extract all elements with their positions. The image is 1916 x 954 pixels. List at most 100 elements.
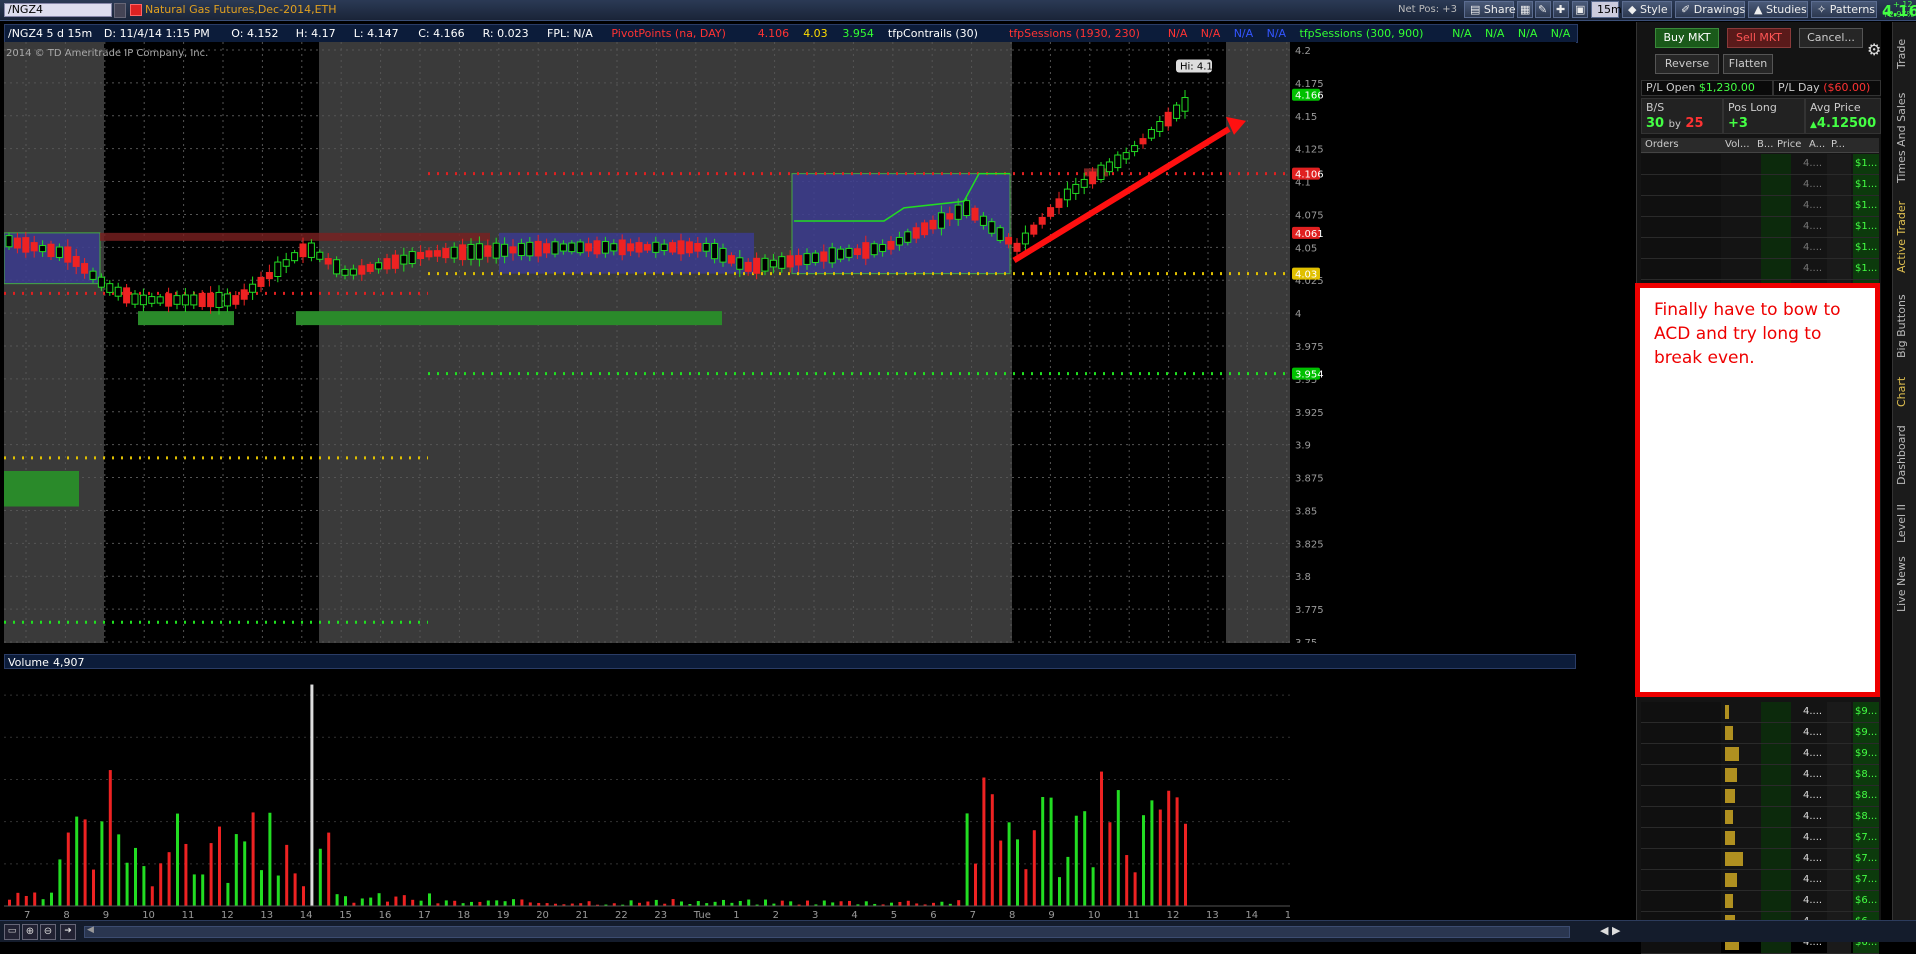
volume-bar: [629, 900, 633, 906]
ladder-row[interactable]: 4.... $7...: [1641, 828, 1879, 849]
ladder-pl: $8...: [1855, 790, 1878, 801]
side-tab[interactable]: Dashboard: [1895, 420, 1915, 490]
buy-mkt-button[interactable]: Buy MKT: [1655, 28, 1719, 48]
ladder-row[interactable]: 4.... $7...: [1641, 849, 1879, 870]
filter-icon[interactable]: ▣: [1572, 1, 1588, 18]
study-legend-item[interactable]: N/A: [1518, 27, 1537, 40]
sell-mkt-button[interactable]: Sell MKT: [1727, 28, 1791, 48]
scroll-left-arrow-icon[interactable]: ◀: [87, 925, 94, 935]
scroll-end-icon[interactable]: ◀ ▶: [1600, 924, 1620, 937]
price-ladder-top[interactable]: 4.... $1... 4.... $1... 4.... $1... 4.... $1...…: [1641, 154, 1879, 301]
symbol-dropdown-icon[interactable]: [114, 3, 126, 18]
side-tab[interactable]: Big Buttons: [1895, 288, 1915, 364]
study-legend-item[interactable]: H: 4.17: [296, 27, 336, 40]
side-tab[interactable]: Level II: [1895, 498, 1915, 548]
ladder-row[interactable]: 4.... $1...: [1641, 259, 1879, 280]
time-axis-label: 5: [891, 910, 897, 920]
time-axis-label: 3: [812, 910, 818, 920]
reverse-button[interactable]: Reverse: [1655, 54, 1719, 74]
study-legend-item[interactable]: O: 4.152: [231, 27, 278, 40]
symbol-link-icon[interactable]: [130, 4, 142, 16]
ladder-row[interactable]: 4.... $8...: [1641, 786, 1879, 807]
ladder-row[interactable]: 4.... $1...: [1641, 154, 1879, 175]
study-legend-item[interactable]: C: 4.166: [418, 27, 464, 40]
price-chart[interactable]: Hi: 4.174.24.1754.154.1254.14.0754.054.0…: [4, 42, 1576, 643]
study-legend-item[interactable]: D: 11/4/14 1:15 PM: [104, 27, 210, 40]
candle: [988, 221, 996, 234]
gear-icon[interactable]: ⚙: [1867, 40, 1881, 59]
ladder-row[interactable]: 4.... $1...: [1641, 175, 1879, 196]
study-legend-item[interactable]: tfpSessions (300, 900): [1300, 27, 1424, 40]
ladder-row[interactable]: 4.... $1...: [1641, 196, 1879, 217]
ladder-column-header[interactable]: Orders: [1645, 139, 1679, 150]
study-legend-item[interactable]: L: 4.147: [354, 27, 399, 40]
ladder-column-header[interactable]: B...: [1757, 139, 1773, 150]
study-legend-item[interactable]: N/A: [1485, 27, 1504, 40]
volume-bar: [864, 901, 868, 906]
ladder-row[interactable]: 4.... $8...: [1641, 765, 1879, 786]
expand-icon[interactable]: ▭: [4, 924, 20, 940]
candle: [391, 254, 399, 269]
study-legend-item[interactable]: N/A: [1267, 27, 1286, 40]
ladder-column-header[interactable]: A...: [1809, 139, 1825, 150]
side-tab[interactable]: Chart: [1895, 372, 1915, 412]
study-legend-item[interactable]: N/A: [1452, 27, 1471, 40]
zoom-in-icon[interactable]: ⊕: [22, 924, 38, 940]
side-tab[interactable]: Live News: [1895, 556, 1915, 612]
price-tick-label: 4.175: [1295, 79, 1324, 90]
side-tab[interactable]: Times And Sales: [1895, 90, 1915, 186]
volume-bar: [999, 840, 1003, 906]
study-legend-item[interactable]: FPL: N/A: [547, 27, 593, 40]
ladder-row[interactable]: 4.... $8...: [1641, 807, 1879, 828]
study-legend-item[interactable]: N/A: [1201, 27, 1220, 40]
ladder-column-header[interactable]: Vol...: [1725, 139, 1750, 150]
studies-button[interactable]: ▲ Studies: [1748, 1, 1808, 18]
time-axis-label: 13: [1206, 910, 1219, 920]
drawings-button[interactable]: ✐ Drawings: [1675, 1, 1745, 18]
study-legend-item[interactable]: tfpContrails (30): [888, 27, 978, 40]
patterns-button[interactable]: ✧ Patterns: [1811, 1, 1877, 18]
top-toolbar: /NGZ4 Natural Gas Futures,Dec-2014,ETH N…: [0, 0, 1916, 21]
timeframe-button[interactable]: 15m: [1591, 1, 1622, 18]
volume-bar: [209, 843, 213, 906]
study-legend-item[interactable]: R: 0.023: [483, 27, 529, 40]
ladder-column-header[interactable]: P...: [1831, 139, 1845, 150]
study-legend-item[interactable]: PivotPoints (na, DAY): [611, 27, 726, 40]
ladder-row[interactable]: 4.... $9...: [1641, 702, 1879, 723]
study-legend-item[interactable]: 4.106: [758, 27, 790, 40]
scroll-right-icon[interactable]: ➜: [60, 924, 76, 940]
study-legend-item[interactable]: 3.954: [842, 27, 874, 40]
ladder-row[interactable]: 4.... $9...: [1641, 723, 1879, 744]
cancel-button[interactable]: Cancel...: [1799, 28, 1863, 48]
study-legend-item[interactable]: 4.03: [803, 27, 828, 40]
price-ladder-bottom[interactable]: 4.... $9... 4.... $9... 4.... $9... 4.... $8...…: [1641, 702, 1879, 954]
side-tab[interactable]: Trade: [1895, 26, 1915, 82]
symbol-input[interactable]: /NGZ4: [4, 3, 112, 17]
volume-bar: [890, 902, 893, 906]
zoom-out-icon[interactable]: ⊖: [40, 924, 56, 940]
ladder-row[interactable]: 4.... $1...: [1641, 217, 1879, 238]
side-tab[interactable]: Active Trader: [1895, 194, 1915, 280]
volume-bar: [957, 900, 961, 906]
study-legend-item[interactable]: N/A: [1168, 27, 1187, 40]
ladder-row[interactable]: 4.... $7...: [1641, 870, 1879, 891]
settings-icon[interactable]: ▦: [1517, 1, 1533, 18]
candle: [887, 240, 895, 250]
horizontal-scrollbar[interactable]: ◀: [84, 925, 1570, 938]
ladder-column-header[interactable]: Price: [1777, 139, 1801, 150]
share-button[interactable]: ▤ Share: [1464, 1, 1516, 18]
ladder-row[interactable]: 4.... $1...: [1641, 238, 1879, 259]
crosshair-icon[interactable]: ✚: [1553, 1, 1569, 18]
study-legend-item[interactable]: /NGZ4 5 d 15m: [8, 27, 92, 40]
flatten-button[interactable]: Flatten: [1723, 54, 1773, 74]
ladder-row[interactable]: 4.... $6...: [1641, 891, 1879, 912]
volume-chart[interactable]: 10,0008,0006,0004,0002,00078910111213141…: [4, 670, 1576, 920]
study-legend-item[interactable]: tfpSessions (1930, 230): [1009, 27, 1140, 40]
volume-bar: [696, 901, 700, 906]
volume-bar: [419, 900, 423, 906]
ladder-row[interactable]: 4.... $9...: [1641, 744, 1879, 765]
wrench-icon[interactable]: ✎: [1535, 1, 1551, 18]
style-button[interactable]: ◆ Style: [1622, 1, 1672, 18]
study-legend-item[interactable]: N/A: [1551, 27, 1570, 40]
study-legend-item[interactable]: N/A: [1234, 27, 1253, 40]
